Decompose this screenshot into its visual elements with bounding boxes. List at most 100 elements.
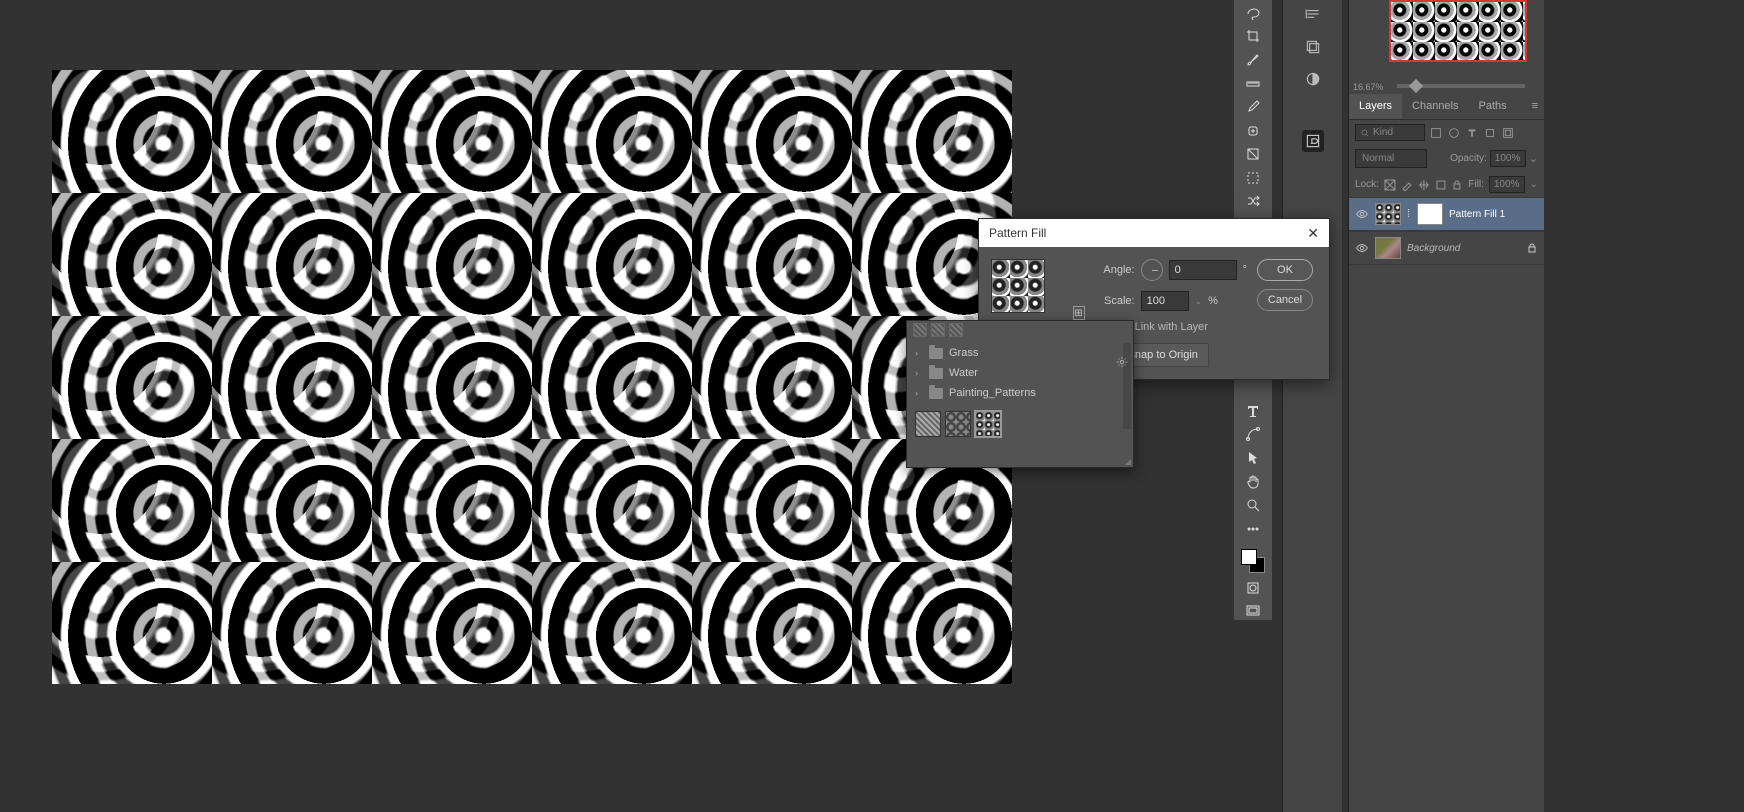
fill-label: Fill:	[1468, 179, 1484, 190]
folder-icon	[929, 368, 943, 379]
screen-mode-icon[interactable]	[1241, 602, 1265, 620]
pattern-folder-tree: › Grass › Water › Painting_Patterns	[907, 341, 1133, 405]
adjustments-panel-icon[interactable]	[1304, 70, 1322, 88]
foreground-background-colors[interactable]	[1241, 549, 1265, 572]
panel-tabs: Layers Channels Paths ≡	[1349, 94, 1544, 120]
folder-label: Painting_Patterns	[949, 387, 1036, 399]
link-with-layer-label: Link with Layer	[1135, 321, 1208, 333]
document-canvas[interactable]	[52, 70, 1012, 684]
lock-artboard-icon[interactable]	[1435, 179, 1447, 191]
crop-tool-icon[interactable]	[1241, 28, 1265, 46]
scale-input[interactable]	[1141, 291, 1189, 311]
layer-thumbnail[interactable]	[1375, 237, 1401, 259]
pattern-swatch[interactable]	[915, 411, 941, 437]
lasso-tool-icon[interactable]	[1241, 4, 1265, 22]
filter-type-icon[interactable]	[1465, 126, 1479, 140]
pattern-folder-painting[interactable]: › Painting_Patterns	[907, 383, 1133, 403]
tab-channels[interactable]: Channels	[1402, 94, 1468, 119]
dialog-title-text: Pattern Fill	[989, 226, 1046, 240]
visibility-icon[interactable]	[1355, 207, 1369, 221]
pattern-picker-flyout: › Grass › Water › Painting_Patterns	[906, 320, 1134, 468]
resize-grip-icon[interactable]	[1121, 455, 1131, 465]
pattern-swatch-selected[interactable]	[975, 411, 1001, 437]
angle-dial[interactable]	[1141, 259, 1163, 281]
opacity-label: Opacity:	[1450, 153, 1487, 164]
more-tools-icon[interactable]	[1241, 520, 1265, 538]
filter-shape-icon[interactable]	[1483, 126, 1497, 140]
recent-swatch[interactable]	[931, 323, 945, 337]
gradient-tool-icon[interactable]	[1241, 145, 1265, 163]
add-pattern-button[interactable]: ⊞	[1073, 306, 1085, 320]
foreground-color-swatch[interactable]	[1241, 549, 1257, 565]
type-tool-icon[interactable]	[1241, 402, 1265, 420]
fill-input[interactable]: 100%	[1489, 176, 1525, 193]
navigator-thumbnail[interactable]	[1389, 0, 1527, 62]
layer-filter-select[interactable]: Kind	[1355, 124, 1425, 141]
opacity-input[interactable]: 100%	[1490, 150, 1526, 167]
pattern-folder-water[interactable]: › Water	[907, 363, 1133, 383]
scale-unit: %	[1208, 295, 1218, 307]
dialog-titlebar[interactable]: Pattern Fill ✕	[979, 219, 1329, 247]
layer-name[interactable]: Pattern Fill 1	[1449, 209, 1505, 220]
filter-adjustment-icon[interactable]	[1447, 126, 1461, 140]
layer-mask-thumbnail[interactable]	[1417, 203, 1443, 225]
visibility-icon[interactable]	[1355, 241, 1369, 255]
pattern-swatch[interactable]	[945, 411, 971, 437]
lock-label: Lock:	[1355, 179, 1379, 190]
recent-swatch[interactable]	[913, 323, 927, 337]
angle-label: Angle:	[1095, 264, 1135, 276]
gear-icon[interactable]	[1115, 355, 1129, 369]
paragraph-panel-icon[interactable]	[1304, 6, 1322, 24]
tab-layers[interactable]: Layers	[1349, 94, 1402, 119]
quick-mask-icon[interactable]	[1241, 579, 1265, 597]
layer-name[interactable]: Background	[1407, 243, 1460, 254]
navigator-zoom-value[interactable]: 16.67%	[1353, 82, 1384, 92]
lock-row: Lock: Fill: 100% ⌄	[1349, 172, 1544, 197]
layer-row-pattern-fill[interactable]: ⁞ Pattern Fill 1	[1349, 197, 1544, 231]
path-tool-icon[interactable]	[1241, 426, 1265, 444]
panel-menu-icon[interactable]: ≡	[1526, 94, 1544, 119]
tab-paths[interactable]: Paths	[1469, 94, 1517, 119]
lock-all-icon[interactable]	[1451, 179, 1463, 191]
angle-input[interactable]	[1169, 260, 1237, 280]
layer-row-background[interactable]: Background	[1349, 231, 1544, 265]
eyedropper-tool-icon[interactable]	[1241, 98, 1265, 116]
lock-icon	[1526, 242, 1538, 254]
filter-smart-icon[interactable]	[1501, 126, 1515, 140]
close-icon[interactable]: ✕	[1307, 225, 1319, 242]
angle-unit: °	[1243, 264, 1247, 276]
blend-mode-row: Normal Opacity: 100% ⌄	[1349, 145, 1544, 172]
pattern-folder-grass[interactable]: › Grass	[907, 343, 1133, 363]
filter-label: Kind	[1373, 127, 1393, 138]
blend-mode-select[interactable]: Normal	[1355, 149, 1427, 168]
folder-icon	[929, 388, 943, 399]
marquee-tool-icon[interactable]	[1241, 169, 1265, 187]
layers-panel: Layers Channels Paths ≡ Kind Normal Opac…	[1348, 94, 1544, 812]
navigator-panel: 16.67%	[1348, 0, 1544, 94]
cancel-button[interactable]: Cancel	[1257, 289, 1313, 311]
ruler-tool-icon[interactable]	[1241, 75, 1265, 93]
navigator-zoom-slider[interactable]	[1397, 84, 1525, 88]
pattern-preview-swatch[interactable]	[991, 259, 1045, 313]
folder-label: Grass	[949, 347, 978, 359]
properties-panel-icon[interactable]	[1302, 130, 1324, 152]
picker-recent-row	[907, 321, 1133, 341]
lock-paint-icon[interactable]	[1401, 179, 1413, 191]
hand-tool-icon[interactable]	[1241, 473, 1265, 491]
layer-thumbnail[interactable]	[1375, 203, 1401, 225]
folder-label: Water	[949, 367, 978, 379]
lock-position-icon[interactable]	[1418, 179, 1430, 191]
pattern-fill-preview	[52, 70, 1012, 684]
ok-button[interactable]: OK	[1257, 259, 1313, 281]
collapsed-panels-column	[1282, 0, 1342, 812]
lock-transparency-icon[interactable]	[1384, 179, 1396, 191]
healing-brush-icon[interactable]	[1241, 122, 1265, 140]
brush-tool-icon[interactable]	[1241, 51, 1265, 69]
direct-select-icon[interactable]	[1241, 449, 1265, 467]
shuffle-icon[interactable]	[1241, 193, 1265, 211]
layers-stack-icon[interactable]	[1304, 38, 1322, 56]
folder-icon	[929, 348, 943, 359]
recent-swatch[interactable]	[949, 323, 963, 337]
zoom-tool-icon[interactable]	[1241, 496, 1265, 514]
filter-pixel-icon[interactable]	[1429, 126, 1443, 140]
